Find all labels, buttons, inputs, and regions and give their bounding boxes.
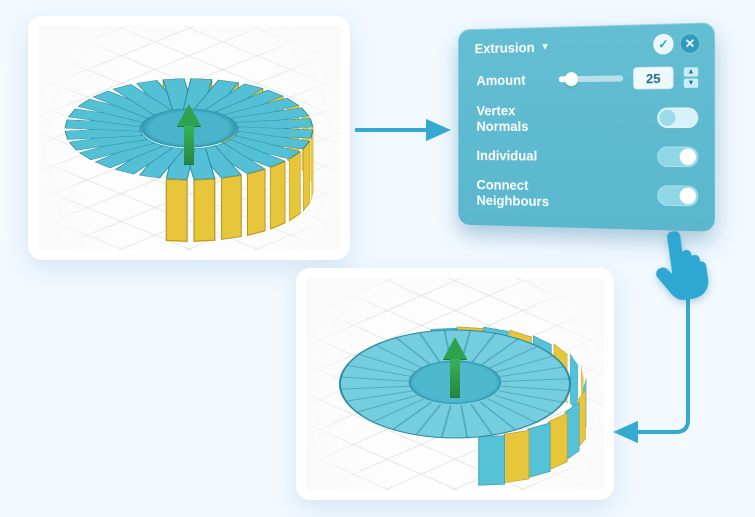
panel-title: Extrusion — [475, 39, 535, 56]
row-amount: Amount 25 ▲ ▼ — [462, 60, 711, 97]
amount-value[interactable]: 25 — [633, 66, 673, 89]
individual-label: Individual — [477, 148, 550, 164]
vertex-normals-toggle[interactable] — [657, 107, 698, 128]
row-individual: Individual — [462, 140, 711, 174]
connect-neighbours-label: Connect Neighbours — [477, 177, 550, 210]
amount-stepper[interactable]: ▲ ▼ — [684, 67, 698, 88]
amount-slider[interactable] — [559, 75, 623, 82]
row-vertex-normals: Vertex Normals — [462, 95, 711, 141]
cancel-button[interactable]: ✕ — [680, 33, 701, 54]
row-connect-neighbours: Connect Neighbours — [462, 171, 711, 220]
amount-label: Amount — [477, 71, 550, 88]
step-down-icon[interactable]: ▼ — [684, 78, 698, 87]
step-up-icon[interactable]: ▲ — [684, 67, 698, 76]
confirm-button[interactable]: ✓ — [653, 34, 673, 55]
panel-header[interactable]: Extrusion ▼ ✓ ✕ — [462, 27, 711, 65]
connect-neighbours-toggle[interactable] — [657, 185, 698, 206]
individual-toggle[interactable] — [657, 147, 698, 168]
extrusion-panel: Extrusion ▼ ✓ ✕ Amount 25 ▲ ▼ Vertex Nor… — [450, 26, 714, 228]
pointer-hand-icon — [645, 222, 721, 306]
vertex-normals-label: Vertex Normals — [477, 102, 550, 134]
dropdown-icon: ▼ — [540, 41, 549, 52]
